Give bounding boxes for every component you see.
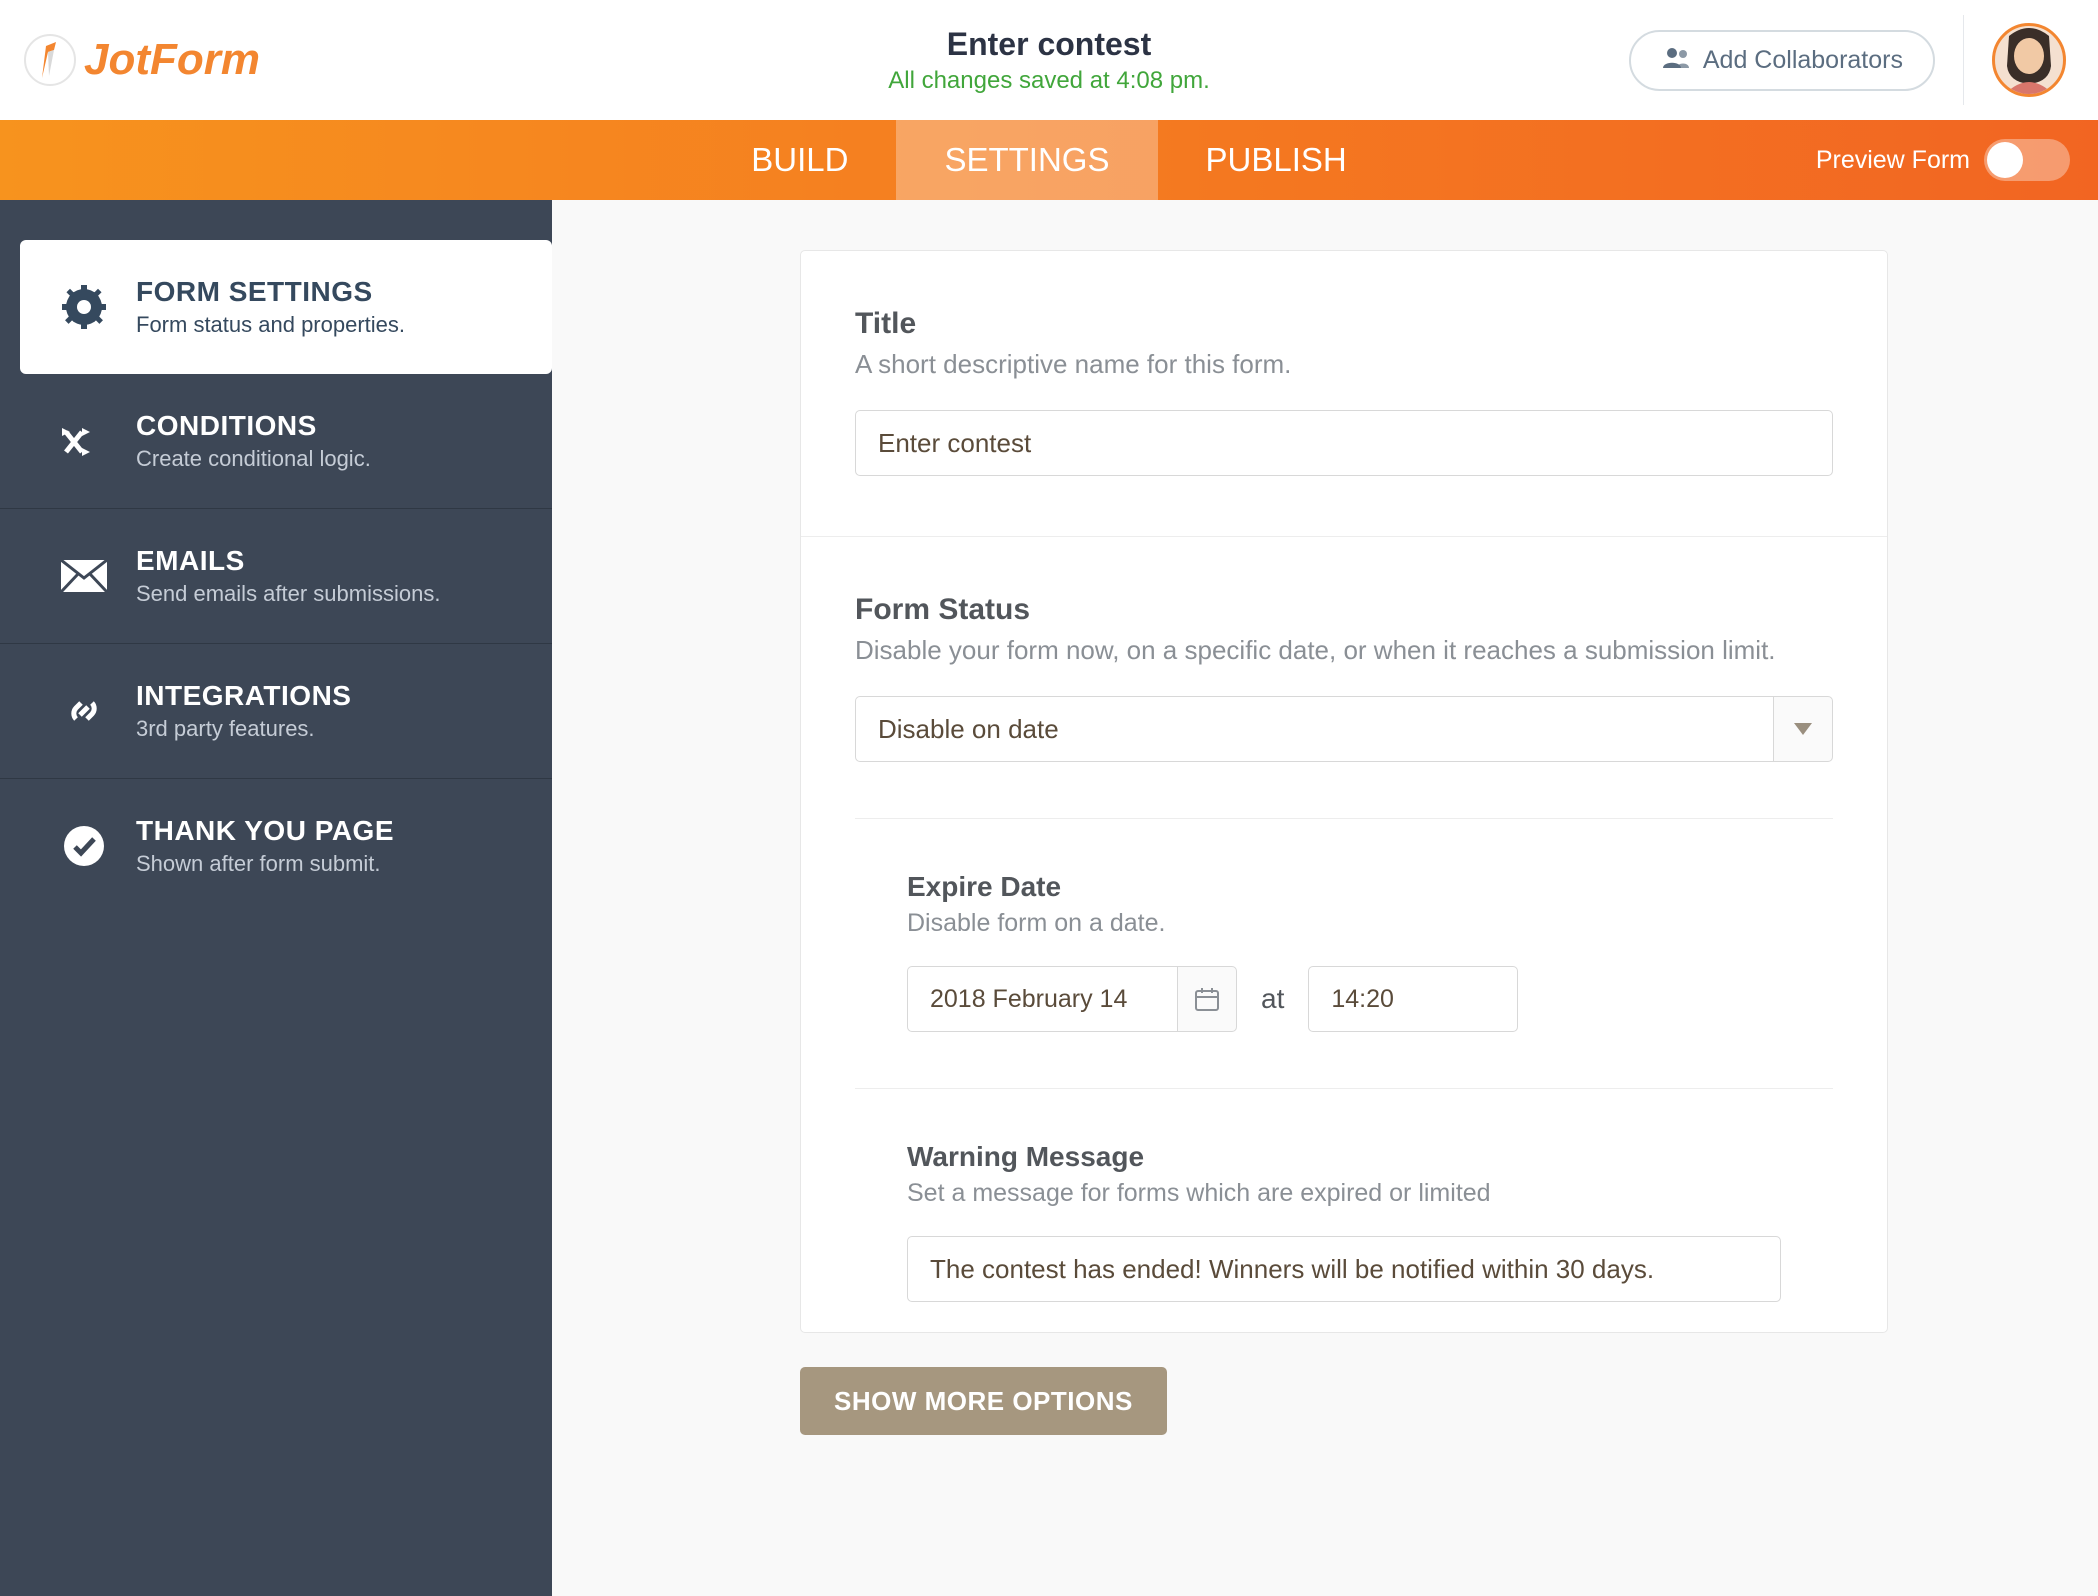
sidebar-item-desc: Form status and properties. [136,312,516,338]
sidebar: FORM SETTINGS Form status and properties… [0,200,552,1596]
sidebar-item-label: THANK YOU PAGE [136,815,516,847]
expire-date-row: at [907,966,1833,1032]
expire-desc: Disable form on a date. [907,909,1833,938]
sidebar-item-emails[interactable]: EMAILS Send emails after submissions. [0,509,552,644]
form-status-selected[interactable]: Disable on date [855,696,1773,762]
settings-card: Title A short descriptive name for this … [800,250,1888,1333]
warning-label: Warning Message [907,1141,1833,1173]
header: JotForm Enter contest All changes saved … [0,0,2098,120]
tab-publish[interactable]: PUBLISH [1158,120,1395,200]
conditions-icon [60,417,108,465]
logo-text: JotForm [84,35,260,85]
expire-time-input[interactable] [1308,966,1518,1032]
title-desc: A short descriptive name for this form. [855,349,1833,380]
toggle-knob [1987,142,2023,178]
collaborators-icon [1661,46,1691,75]
sidebar-item-desc: Send emails after submissions. [136,581,516,607]
warning-section: Warning Message Set a message for forms … [855,1088,1833,1322]
logo-icon [24,34,76,86]
expire-date-group [907,966,1237,1032]
preview-toggle[interactable] [1984,139,2070,181]
check-circle-icon [60,822,108,870]
divider [1963,15,1964,105]
sidebar-item-desc: Shown after form submit. [136,851,516,877]
add-collaborators-button[interactable]: Add Collaborators [1629,30,1935,91]
sidebar-item-integrations[interactable]: INTEGRATIONS 3rd party features. [0,644,552,779]
autosave-status: All changes saved at 4:08 pm. [888,67,1210,95]
sidebar-item-desc: Create conditional logic. [136,446,516,472]
title-label: Title [855,307,1833,341]
title-section: Title A short descriptive name for this … [801,251,1887,536]
collab-label: Add Collaborators [1703,46,1903,75]
envelope-icon [60,552,108,600]
expire-label: Expire Date [907,871,1833,903]
calendar-icon[interactable] [1177,966,1237,1032]
page-title: Enter contest [888,26,1210,63]
preview-form-wrap: Preview Form [1816,139,2070,181]
warning-desc: Set a message for forms which are expire… [907,1179,1833,1208]
sidebar-item-conditions[interactable]: CONDITIONS Create conditional logic. [0,374,552,509]
title-input[interactable] [855,410,1833,476]
main: Title A short descriptive name for this … [552,200,2098,1596]
sidebar-item-desc: 3rd party features. [136,716,516,742]
sidebar-item-label: EMAILS [136,545,516,577]
at-label: at [1261,983,1284,1015]
header-right: Add Collaborators [1629,15,2074,105]
logo[interactable]: JotForm [24,34,260,86]
body: FORM SETTINGS Form status and properties… [0,200,2098,1596]
preview-form-label: Preview Form [1816,146,1970,175]
sidebar-item-thank-you[interactable]: THANK YOU PAGE Shown after form submit. [0,779,552,913]
form-status-select[interactable]: Disable on date [855,696,1833,762]
form-status-label: Form Status [855,593,1833,627]
sidebar-item-label: FORM SETTINGS [136,276,516,308]
form-status-section: Form Status Disable your form now, on a … [801,536,1887,1332]
sidebar-item-form-settings[interactable]: FORM SETTINGS Form status and properties… [20,240,552,374]
show-more-button[interactable]: SHOW MORE OPTIONS [800,1367,1167,1435]
tab-build[interactable]: BUILD [703,120,896,200]
sidebar-item-label: INTEGRATIONS [136,680,516,712]
nav-tabs: BUILD SETTINGS PUBLISH [703,120,1394,200]
sidebar-item-label: CONDITIONS [136,410,516,442]
tab-settings[interactable]: SETTINGS [896,120,1157,200]
navbar: BUILD SETTINGS PUBLISH Preview Form [0,120,2098,200]
header-center: Enter contest All changes saved at 4:08 … [888,26,1210,95]
chevron-down-icon[interactable] [1773,696,1833,762]
form-status-desc: Disable your form now, on a specific dat… [855,635,1833,666]
link-icon [60,687,108,735]
expire-date-input[interactable] [907,966,1177,1032]
expire-date-section: Expire Date Disable form on a date. [855,818,1833,1032]
avatar[interactable] [1992,23,2066,97]
gear-icon [60,283,108,331]
warning-input[interactable] [907,1236,1781,1302]
